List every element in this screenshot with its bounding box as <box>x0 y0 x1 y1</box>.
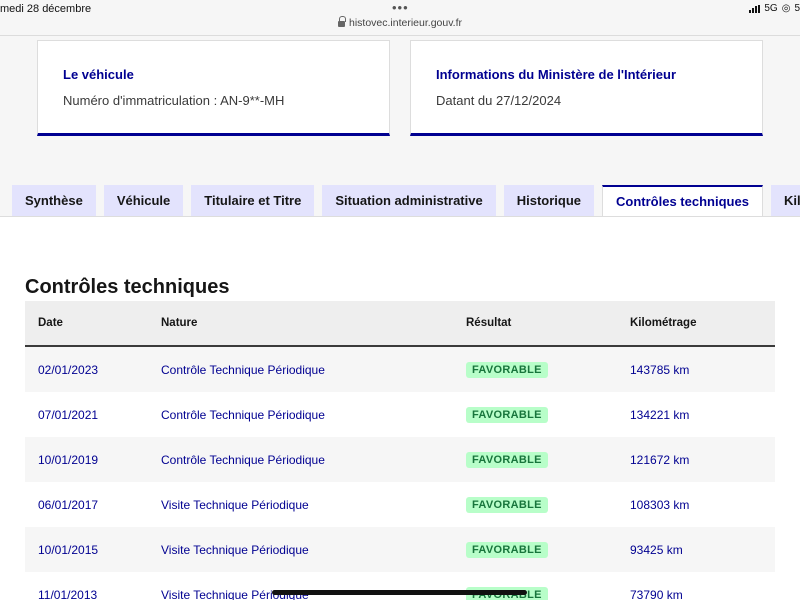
signal-icon <box>749 4 761 13</box>
cell-mileage: 143785 km <box>630 362 690 377</box>
status-indicators: 5G ◎ 5 <box>749 3 800 14</box>
table-row: 07/01/2021 Contrôle Technique Périodique… <box>25 392 775 437</box>
cell-nature: Visite Technique Périodique <box>161 542 309 557</box>
table-body: 02/01/2023 Contrôle Technique Périodique… <box>25 347 775 600</box>
cell-date: 07/01/2021 <box>38 407 99 422</box>
table-row: 10/01/2015 Visite Technique Périodique F… <box>25 527 775 572</box>
tab-historique[interactable]: Historique <box>503 185 595 216</box>
cell-result: FAVORABLE <box>466 451 630 468</box>
cell-nature: Contrôle Technique Périodique <box>161 407 325 422</box>
header-result: Résultat <box>466 317 512 329</box>
tab-controles-techniques[interactable]: Contrôles techniques <box>602 185 763 216</box>
home-indicator[interactable] <box>272 590 527 595</box>
cell-mileage: 93425 km <box>630 542 683 557</box>
cell-result: FAVORABLE <box>466 541 630 558</box>
section-title: Contrôles techniques <box>25 276 230 298</box>
cell-date: 11/01/2013 <box>38 587 98 600</box>
cell-mileage: 73790 km <box>630 587 683 600</box>
result-badge: FAVORABLE <box>466 361 548 378</box>
cell-date: 10/01/2015 <box>38 542 99 557</box>
cell-date: 10/01/2019 <box>38 452 99 467</box>
tab-synthese[interactable]: Synthèse <box>12 185 96 216</box>
tab-titulaire-et-titre[interactable]: Titulaire et Titre <box>191 185 315 216</box>
ministry-card-title: Informations du Ministère de l'Intérieur <box>436 67 677 82</box>
ministry-card-text: Datant du 27/12/2024 <box>436 93 562 108</box>
status-bar: medi 28 décembre ••• histovec.interieur.… <box>0 0 800 36</box>
table-row: 11/01/2013 Visite Technique Périodique F… <box>25 572 775 600</box>
battery-label: 5 <box>794 3 800 14</box>
address-bar[interactable]: histovec.interieur.gouv.fr <box>0 16 800 29</box>
cell-mileage: 108303 km <box>630 497 690 512</box>
cell-date: 06/01/2017 <box>38 497 99 512</box>
table-header: Date Nature Résultat Kilométrage <box>25 301 775 347</box>
header-mileage: Kilométrage <box>630 317 697 329</box>
cell-nature: Contrôle Technique Périodique <box>161 362 325 377</box>
vehicle-card-text: Numéro d'immatriculation : AN-9**-MH <box>63 93 285 108</box>
cell-nature: Contrôle Technique Périodique <box>161 452 325 467</box>
cell-mileage: 121672 km <box>630 452 690 467</box>
result-badge: FAVORABLE <box>466 451 548 468</box>
tab-vehicule[interactable]: Véhicule <box>103 185 184 216</box>
network-label: 5G <box>764 3 778 14</box>
tab-situation-administrative[interactable]: Situation administrative <box>322 185 496 216</box>
cell-result: FAVORABLE <box>466 406 630 423</box>
table-row: 10/01/2019 Contrôle Technique Périodique… <box>25 437 775 482</box>
vehicle-card-title: Le véhicule <box>63 67 134 82</box>
cell-result: FAVORABLE <box>466 496 630 513</box>
header-date: Date <box>38 317 63 329</box>
cell-mileage: 134221 km <box>630 407 690 422</box>
inspections-table: Date Nature Résultat Kilométrage 02/01/2… <box>25 301 775 600</box>
focus-icon: ◎ <box>781 3 791 14</box>
vehicle-card: Le véhicule Numéro d'immatriculation : A… <box>37 40 390 136</box>
table-row: 06/01/2017 Visite Technique Périodique F… <box>25 482 775 527</box>
ministry-info-card: Informations du Ministère de l'Intérieur… <box>410 40 763 136</box>
status-time: medi 28 décembre <box>0 3 92 15</box>
url-text: histovec.interieur.gouv.fr <box>348 17 463 29</box>
multitasking-dots-icon[interactable]: ••• <box>392 0 409 15</box>
tab-bar: Synthèse Véhicule Titulaire et Titre Sit… <box>12 185 800 216</box>
cell-result: FAVORABLE <box>466 361 630 378</box>
header-nature: Nature <box>161 317 198 329</box>
result-badge: FAVORABLE <box>466 406 548 423</box>
result-badge: FAVORABLE <box>466 541 548 558</box>
table-row: 02/01/2023 Contrôle Technique Périodique… <box>25 347 775 392</box>
tab-kilometrage[interactable]: Kilo <box>770 185 800 216</box>
result-badge: FAVORABLE <box>466 496 548 513</box>
lock-icon <box>337 16 346 27</box>
cell-nature: Visite Technique Périodique <box>161 497 309 512</box>
cell-date: 02/01/2023 <box>38 362 99 377</box>
